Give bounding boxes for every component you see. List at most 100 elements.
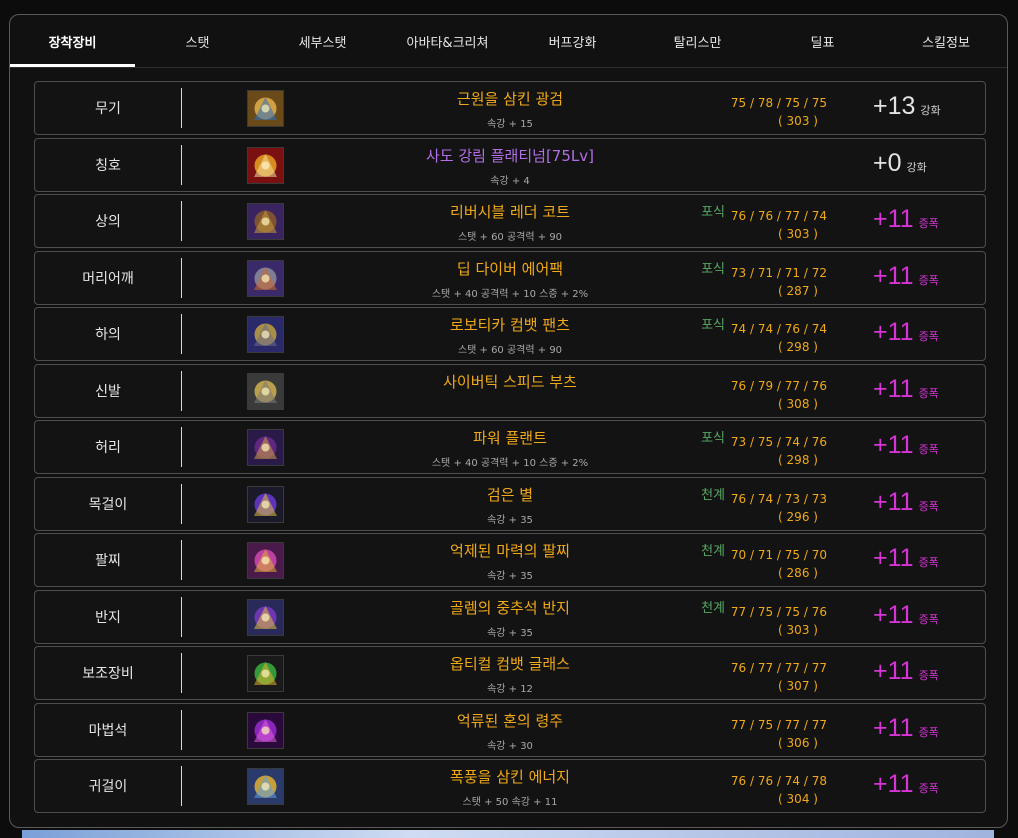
slot-label: 하의	[95, 327, 121, 343]
tab-equipment[interactable]: 장착장비	[10, 15, 135, 67]
reinforce-type: 증폭	[918, 669, 939, 682]
tab-skill-info[interactable]: 스킬정보	[885, 15, 1007, 67]
item-option: 스탯 + 60 공격력 + 90	[457, 232, 563, 243]
item-name[interactable]: 파워 플랜트	[315, 427, 705, 448]
airpack-icon[interactable]	[247, 259, 284, 297]
coat-icon[interactable]	[247, 203, 284, 240]
tab-talisman[interactable]: 탈리스만	[635, 15, 760, 67]
item-name[interactable]: 사도 강림 플래티넘[75Lv]	[315, 145, 705, 166]
reinforce-number: +11	[873, 657, 914, 685]
reinforce-type: 증폭	[918, 443, 939, 456]
necklace-icon[interactable]	[247, 485, 284, 523]
ring-icon[interactable]	[247, 598, 284, 636]
reinforce-type: 강화	[906, 160, 927, 174]
item-option: 속강 + 35	[487, 514, 533, 526]
tab-avatar-creature[interactable]: 아바타&크리쳐	[385, 15, 510, 67]
item-stats: 76 / 76 / 74 / 78	[730, 774, 827, 788]
item-stat-total: ( 287 )	[778, 283, 818, 298]
tab-detail-stats[interactable]: 세부스탯	[260, 15, 385, 67]
item-option: 속강 + 35	[487, 627, 533, 639]
item-name[interactable]: 딥 다이버 에어팩	[315, 258, 705, 279]
item-name[interactable]: 억류된 혼의 령주	[315, 710, 705, 731]
reinforce-type: 강화	[920, 104, 941, 117]
tab-buff-enhance[interactable]: 버프강화	[510, 15, 635, 67]
reinforce-number: +11	[873, 205, 914, 233]
reinforce-number: +11	[873, 487, 914, 516]
item-option: 스탯 + 50 속강 + 11	[462, 797, 558, 808]
belt-icon[interactable]	[247, 429, 284, 466]
equipment-row[interactable]: 신발 사이버틱 스피드 부츠 76 / 79 / 77 / 76 ( 308 ) +11…	[34, 363, 986, 418]
tab-stats[interactable]: 스탯	[135, 15, 260, 67]
reinforce-type: 증폭	[918, 556, 939, 569]
item-name[interactable]: 폭풍을 삼킨 에너지	[315, 766, 705, 787]
item-stat-total: ( 307 )	[778, 679, 818, 693]
item-tag: 포식	[701, 431, 725, 446]
divider	[181, 257, 182, 298]
sword-icon[interactable]	[247, 90, 284, 127]
item-name[interactable]: 검은 별	[315, 484, 705, 505]
slot-label: 상의	[95, 214, 121, 230]
slot-label: 보조장비	[82, 666, 134, 682]
reinforce-value: +11 증폭	[873, 488, 939, 520]
divider	[181, 540, 182, 580]
equipment-row[interactable]: 목걸이 검은 별 속강 + 35 천계 76 / 74 / 73 / 73 ( 296 )…	[34, 476, 986, 531]
reinforce-type: 증폭	[918, 330, 939, 343]
item-stat-total: ( 286 )	[778, 566, 818, 580]
equipment-row[interactable]: 반지 골렘의 중추석 반지 속강 + 35 천계 77 / 75 / 75 / 76 ( …	[34, 589, 986, 644]
item-stat-total: ( 303 )	[778, 622, 818, 637]
item-stat-total: ( 298 )	[778, 453, 818, 467]
item-option: 스탯 + 60 공격력 + 90	[457, 345, 563, 356]
magic-stone-icon[interactable]	[247, 711, 284, 749]
equipment-row[interactable]: 하의 로보티카 컴뱃 팬츠 스탯 + 60 공격력 + 90 포식 74 / 74 / …	[34, 307, 986, 361]
equipment-row[interactable]: 보조장비 옵티컬 컴뱃 글래스 속강 + 12 76 / 77 / 77 / 77 ( …	[34, 646, 986, 700]
reinforce-value: +11 증폭	[873, 544, 939, 576]
ad-banner[interactable]	[22, 830, 994, 838]
divider	[181, 370, 182, 411]
slot-label: 머리어깨	[82, 270, 134, 287]
divider	[181, 88, 182, 128]
equipment-row[interactable]: 팔찌 억제된 마력의 팔찌 속강 + 35 천계 70 / 71 / 75 / 70 ( …	[34, 533, 986, 587]
reinforce-value: +11 증폭	[873, 318, 939, 350]
item-option: 스탯 + 40 공격력 + 10 스증 + 2%	[431, 288, 589, 300]
glasses-icon[interactable]	[247, 655, 284, 692]
equipment-row[interactable]: 칭호 사도 강림 플래티넘[75Lv] 속강 + 4 +0 강화	[34, 137, 986, 192]
reinforce-number: +11	[873, 261, 914, 290]
slot-label: 무기	[95, 101, 121, 117]
item-stat-total: ( 298 )	[778, 340, 818, 354]
item-stat-total: ( 306 )	[778, 735, 818, 750]
slot-label: 허리	[95, 440, 121, 456]
title-emblem-icon[interactable]	[247, 146, 284, 184]
item-stats: 73 / 75 / 74 / 76	[730, 435, 827, 449]
reinforce-type: 증폭	[918, 725, 939, 739]
equipment-row[interactable]: 허리 파워 플랜트 스탯 + 40 공격력 + 10 스증 + 2% 포식 73 / 7…	[34, 420, 986, 474]
pants-icon[interactable]	[247, 316, 284, 353]
tab-damage-table[interactable]: 딜표	[760, 15, 885, 67]
tab-bar: 장착장비 스탯 세부스탯 아바타&크리쳐 버프강화 탈리스만 딜표 스킬정보	[10, 15, 1007, 68]
boots-icon[interactable]	[247, 372, 284, 410]
equipment-row[interactable]: 마법석 억류된 혼의 령주 속강 + 30 77 / 75 / 77 / 77 ( 30…	[34, 702, 986, 757]
equipment-row[interactable]: 무기 근원을 삼킨 광검 속강 + 15 75 / 78 / 75 / 75 ( 303…	[34, 81, 986, 135]
item-name[interactable]: 옵티컬 컴뱃 글래스	[315, 653, 705, 674]
slot-label: 마법석	[88, 722, 128, 739]
item-name[interactable]: 사이버틱 스피드 부츠	[315, 371, 705, 392]
equipment-row[interactable]: 상의 리버시블 레더 코트 스탯 + 60 공격력 + 90 포식 76 / 76 / …	[34, 194, 986, 248]
item-stat-total: ( 303 )	[778, 114, 818, 128]
divider	[181, 144, 182, 185]
item-stat-total: ( 304 )	[778, 792, 818, 806]
reinforce-type: 증폭	[918, 386, 939, 400]
reinforce-number: +11	[873, 374, 914, 403]
item-name[interactable]: 리버시블 레더 코트	[315, 201, 705, 222]
reinforce-number: +11	[873, 431, 914, 459]
earring-icon[interactable]	[247, 768, 284, 805]
reinforce-number: +11	[873, 318, 914, 346]
item-name[interactable]: 로보티카 컴뱃 팬츠	[315, 314, 705, 335]
item-name[interactable]: 억제된 마력의 팔찌	[315, 540, 705, 561]
equipment-row[interactable]: 머리어깨 딥 다이버 에어팩 스탯 + 40 공격력 + 10 스증 + 2% 포식 7…	[34, 250, 986, 305]
item-name[interactable]: 근원을 삼킨 광검	[315, 88, 705, 109]
reinforce-type: 증폭	[918, 612, 939, 626]
bracelet-icon[interactable]	[247, 542, 284, 579]
equipment-row[interactable]: 귀걸이 폭풍을 삼킨 에너지 스탯 + 50 속강 + 11 76 / 76 / 74…	[34, 759, 986, 813]
reinforce-value: +11 증폭	[873, 714, 939, 746]
divider	[181, 427, 182, 467]
item-name[interactable]: 골렘의 중추석 반지	[315, 597, 705, 618]
